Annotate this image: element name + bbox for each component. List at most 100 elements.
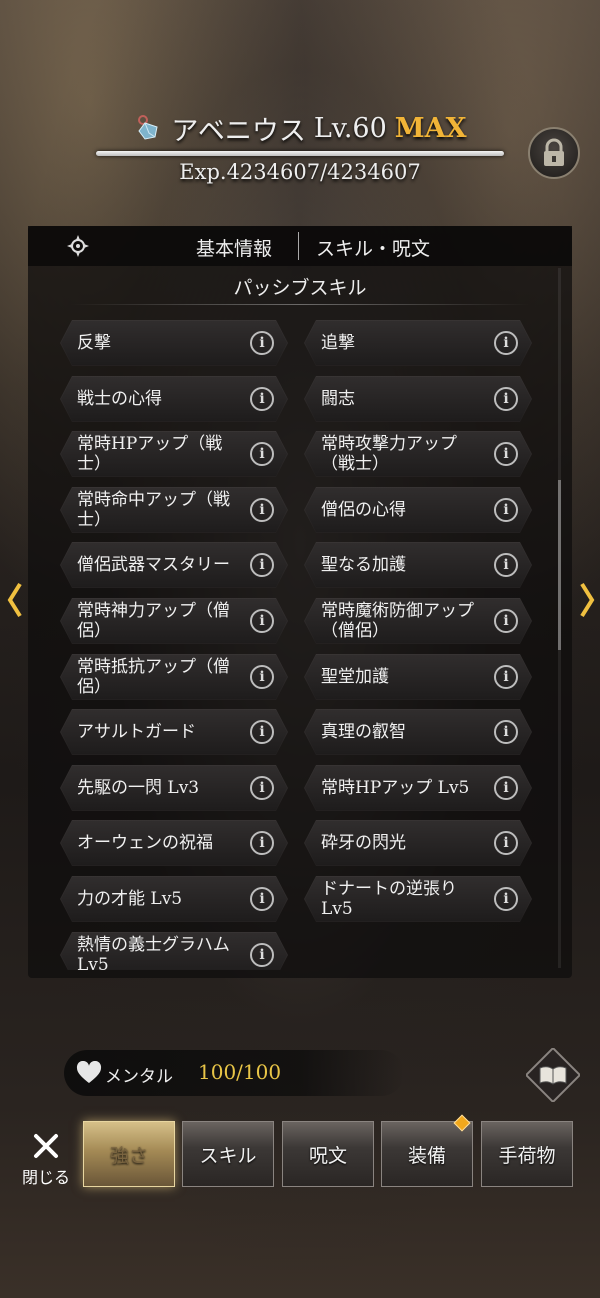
info-icon[interactable]: i: [250, 553, 274, 577]
max-label: MAX: [394, 112, 467, 144]
scrollbar-thumb[interactable]: [558, 480, 561, 650]
close-button[interactable]: 閉じる: [14, 1128, 78, 1192]
skill-item[interactable]: 先駆の一閃 Lv3 i: [60, 765, 288, 811]
exp-bar: [96, 151, 504, 156]
info-icon[interactable]: i: [250, 609, 274, 633]
info-icon[interactable]: i: [494, 553, 518, 577]
tab-basic-info[interactable]: 基本情報: [196, 234, 272, 261]
info-icon[interactable]: i: [494, 720, 518, 744]
skill-item[interactable]: 力の才能 Lv5 i: [60, 876, 288, 922]
book-button[interactable]: [526, 1048, 580, 1102]
skill-name: 真理の叡智: [321, 722, 406, 742]
info-icon[interactable]: i: [494, 387, 518, 411]
skill-name: 常時魔術防御アップ（僧侶）: [321, 601, 474, 641]
skill-item[interactable]: オーウェンの祝福 i: [60, 820, 288, 866]
nav-spell[interactable]: 呪文: [282, 1121, 374, 1187]
info-icon[interactable]: i: [250, 887, 274, 911]
info-icon[interactable]: i: [250, 831, 274, 855]
skill-item[interactable]: 僧侶の心得 i: [304, 487, 532, 533]
info-icon[interactable]: i: [494, 887, 518, 911]
info-icon[interactable]: i: [494, 609, 518, 633]
info-icon[interactable]: i: [494, 331, 518, 355]
skill-item[interactable]: 真理の叡智 i: [304, 709, 532, 755]
skill-item[interactable]: 反撃 i: [60, 320, 288, 366]
close-label: 閉じる: [21, 1168, 70, 1187]
info-icon[interactable]: i: [250, 720, 274, 744]
skill-item[interactable]: 常時魔術防御アップ（僧侶） i: [304, 598, 532, 644]
info-icon[interactable]: i: [494, 831, 518, 855]
skill-item[interactable]: 常時命中アップ（戦士） i: [60, 487, 288, 533]
exp-text: Exp.4234607/4234607: [179, 160, 421, 184]
next-arrow-icon[interactable]: [576, 580, 598, 620]
skill-name: 僧侶武器マスタリー: [77, 555, 230, 575]
skill-name: 常時攻撃力アップ（戦士）: [321, 434, 457, 474]
book-icon: [526, 1048, 580, 1102]
mental-label: メンタル: [105, 1067, 173, 1087]
skill-item[interactable]: 常時HPアップ Lv5 i: [304, 765, 532, 811]
tab-skill-spell[interactable]: スキル・呪文: [316, 234, 430, 261]
skill-name: 僧侶の心得: [321, 500, 406, 520]
info-icon[interactable]: i: [494, 498, 518, 522]
info-icon[interactable]: i: [250, 498, 274, 522]
skill-item[interactable]: 常時抵抗アップ（僧侶） i: [60, 654, 288, 700]
info-icon[interactable]: i: [494, 776, 518, 800]
skill-item[interactable]: 戦士の心得 i: [60, 376, 288, 422]
character-title: アベニウス Lv.60 MAX: [0, 108, 600, 148]
info-icon[interactable]: i: [494, 442, 518, 466]
character-name: アベニウス: [171, 115, 306, 147]
skill-item[interactable]: 聖なる加護 i: [304, 542, 532, 588]
emblem-icon: [62, 230, 94, 262]
lock-icon: [544, 138, 564, 166]
mental-value: 100/100: [198, 1060, 282, 1084]
skill-item[interactable]: 常時攻撃力アップ（戦士） i: [304, 431, 532, 477]
skill-name: ドナートの逆張り Lv5: [321, 879, 457, 919]
section-title: パッシブスキル: [233, 277, 367, 299]
skill-name: 砕牙の閃光: [321, 833, 406, 853]
tab-divider: [298, 232, 299, 260]
skill-item[interactable]: 常時神力アップ（僧侶） i: [60, 598, 288, 644]
skill-item[interactable]: ドナートの逆張り Lv5 i: [304, 876, 532, 922]
lock-button[interactable]: [528, 127, 580, 179]
skill-item[interactable]: 常時HPアップ（戦士） i: [60, 431, 288, 477]
skill-name: 追撃: [321, 333, 355, 353]
skill-name: 常時抵抗アップ（僧侶）: [77, 657, 230, 697]
skill-item[interactable]: 追撃 i: [304, 320, 532, 366]
nav-inventory[interactable]: 手荷物: [481, 1121, 573, 1187]
heart-icon: [76, 1061, 102, 1083]
nav-equipment[interactable]: 装備: [381, 1121, 473, 1187]
skill-item[interactable]: 僧侶武器マスタリー i: [60, 542, 288, 588]
skill-name: 聖なる加護: [321, 555, 406, 575]
skill-item[interactable]: 砕牙の閃光 i: [304, 820, 532, 866]
info-icon[interactable]: i: [250, 776, 274, 800]
skill-name: 聖堂加護: [321, 667, 389, 687]
skill-name: 常時HPアップ Lv5: [321, 778, 470, 798]
info-icon[interactable]: i: [250, 943, 274, 967]
prev-arrow-icon[interactable]: [4, 580, 26, 620]
skill-item[interactable]: 闘志 i: [304, 376, 532, 422]
info-icon[interactable]: i: [250, 387, 274, 411]
character-level: Lv.60: [313, 112, 387, 144]
skill-name: 常時神力アップ（僧侶）: [77, 601, 230, 641]
skill-name: 戦士の心得: [77, 389, 162, 409]
info-icon[interactable]: i: [250, 665, 274, 689]
skill-name: 闘志: [321, 389, 355, 409]
info-icon[interactable]: i: [250, 331, 274, 355]
nav-strength[interactable]: 強さ: [83, 1121, 175, 1187]
skill-name: 力の才能 Lv5: [77, 889, 183, 909]
skill-item[interactable]: 聖堂加護 i: [304, 654, 532, 700]
info-icon[interactable]: i: [494, 665, 518, 689]
skill-name: アサルトガード: [77, 722, 196, 742]
skill-name: 熱情の義士グラハム Lv5: [77, 935, 230, 970]
skill-name: オーウェンの祝福: [77, 833, 213, 853]
skill-name: 反撃: [77, 333, 111, 353]
skill-item[interactable]: アサルトガード i: [60, 709, 288, 755]
skill-name: 常時HPアップ（戦士）: [77, 434, 223, 474]
skill-name: 常時命中アップ（戦士）: [77, 490, 230, 530]
info-icon[interactable]: i: [250, 442, 274, 466]
nav-skill[interactable]: スキル: [182, 1121, 274, 1187]
skill-name: 先駆の一閃 Lv3: [77, 778, 200, 798]
close-icon: [34, 1134, 58, 1158]
passive-skill-list: 反撃 i 追撃 i 戦士の心得 i 闘志 i 常時HPアップ（戦士） i 常時攻撃力アップ（戦士） i…: [60, 320, 532, 970]
panel-tab-bar: [28, 226, 572, 266]
skill-item[interactable]: 熱情の義士グラハム Lv5 i: [60, 932, 288, 970]
